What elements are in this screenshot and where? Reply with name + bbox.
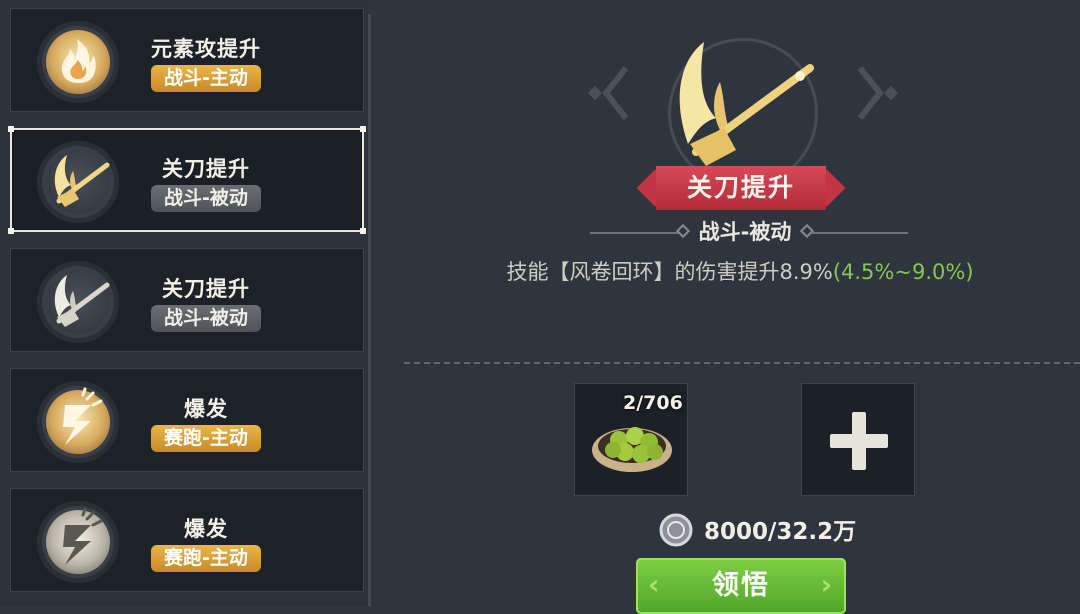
add-material-slot[interactable] bbox=[801, 383, 915, 496]
skill-tag: 战斗-被动 bbox=[151, 185, 261, 212]
skill-name: 爆发 bbox=[184, 517, 228, 541]
skill-card-guandao-selected[interactable]: 关刀提升 战斗-被动 bbox=[8, 126, 366, 234]
skill-card-element-attack[interactable]: 元素攻提升 战斗-主动 bbox=[10, 8, 364, 112]
burst-lightning-icon bbox=[37, 381, 119, 463]
description-text: 技能【风卷回环】的伤害提升8.9% bbox=[506, 260, 833, 284]
skill-card-burst-2[interactable]: 爆发 赛跑-主动 bbox=[10, 488, 364, 592]
skill-card-guandao[interactable]: 关刀提升 战斗-被动 bbox=[10, 248, 364, 352]
skill-tag: 赛跑-主动 bbox=[151, 545, 261, 572]
burst-lightning-icon bbox=[37, 501, 119, 583]
guandao-blade-icon bbox=[37, 261, 119, 343]
skill-name: 爆发 bbox=[184, 397, 228, 421]
fire-icon bbox=[37, 21, 119, 103]
silver-coin-icon bbox=[659, 513, 693, 547]
right-ornament-icon bbox=[857, 66, 899, 120]
section-divider bbox=[404, 362, 1080, 364]
cost-value: 8000/32.2万 bbox=[704, 519, 857, 545]
chevron-left-icon: ‹ bbox=[648, 568, 662, 601]
skill-card-burst[interactable]: 爆发 赛跑-主动 bbox=[10, 368, 364, 472]
material-count: 2/706 bbox=[623, 392, 683, 414]
left-ornament-icon bbox=[587, 66, 629, 120]
skill-title-ribbon: 关刀提升 bbox=[636, 166, 846, 210]
detail-title: 关刀提升 bbox=[686, 173, 795, 202]
skill-description: 技能【风卷回环】的伤害提升8.9%(4.5%~9.0%) bbox=[420, 256, 1060, 286]
detail-type: 战斗-被动 bbox=[698, 220, 792, 244]
guandao-blade-icon bbox=[37, 141, 119, 223]
skill-name: 关刀提升 bbox=[162, 277, 250, 301]
panel-divider bbox=[368, 14, 371, 606]
material-slot[interactable]: 2/706 bbox=[574, 383, 688, 496]
plus-icon bbox=[830, 412, 888, 470]
skill-name: 关刀提升 bbox=[162, 157, 250, 181]
skill-name: 元素攻提升 bbox=[151, 37, 261, 61]
skill-tag: 战斗-主动 bbox=[151, 65, 261, 92]
skill-tag: 赛跑-主动 bbox=[151, 425, 261, 452]
skill-tag: 战斗-被动 bbox=[151, 305, 261, 332]
description-range: (4.5%~9.0%) bbox=[832, 260, 974, 284]
chevron-right-icon: › bbox=[820, 568, 834, 601]
guandao-blade-icon bbox=[679, 42, 814, 166]
comprehend-button-label: 领悟 bbox=[712, 570, 770, 601]
